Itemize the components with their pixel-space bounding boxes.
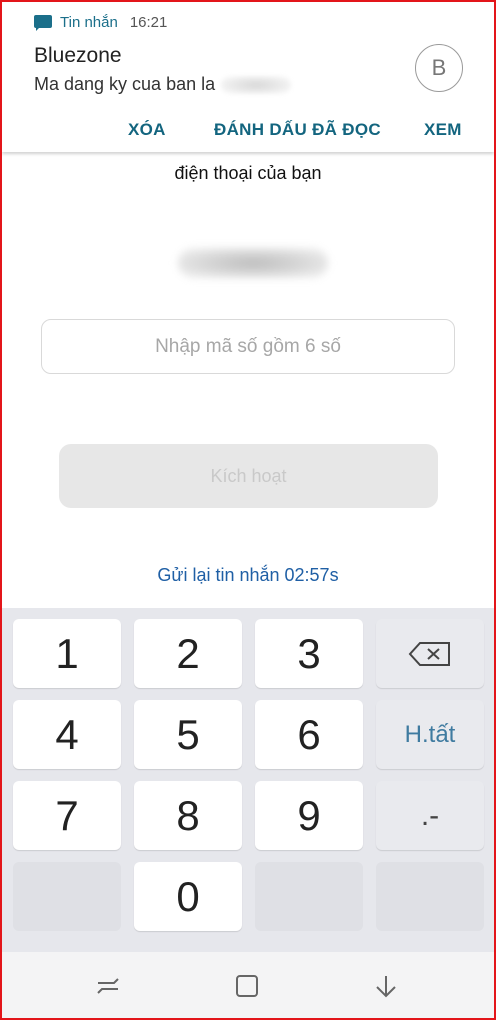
- empty-key-left: [13, 862, 121, 931]
- sender-avatar: B: [415, 44, 463, 92]
- notification-app-name: Tin nhắn: [60, 14, 118, 31]
- notification-body: Ma dang ky cua ban la: [34, 74, 292, 95]
- blurred-code: [221, 76, 292, 95]
- delete-button[interactable]: XÓA: [128, 120, 166, 140]
- backspace-icon: [408, 641, 450, 666]
- key-5[interactable]: 5: [134, 700, 242, 769]
- numeric-keyboard: 1 2 3 4 5 6 H.tất 7 8 9 .- 0: [2, 608, 494, 952]
- recent-apps-icon[interactable]: [95, 974, 121, 998]
- mark-as-read-button[interactable]: ĐÁNH DẤU ĐÃ ĐỌC: [214, 120, 381, 140]
- key-3[interactable]: 3: [255, 619, 363, 688]
- back-icon[interactable]: [373, 974, 399, 998]
- key-2[interactable]: 2: [134, 619, 242, 688]
- notification-message: Ma dang ky cua ban la: [34, 74, 216, 94]
- navigation-bar: [2, 952, 494, 1018]
- key-6[interactable]: 6: [255, 700, 363, 769]
- notification-header: Tin nhắn 16:21: [34, 14, 167, 31]
- home-icon[interactable]: [234, 974, 260, 998]
- key-1[interactable]: 1: [13, 619, 121, 688]
- backspace-key[interactable]: [376, 619, 484, 688]
- key-8[interactable]: 8: [134, 781, 242, 850]
- key-9[interactable]: 9: [255, 781, 363, 850]
- empty-key-middle: [255, 862, 363, 931]
- symbol-key[interactable]: .-: [376, 781, 484, 850]
- key-4[interactable]: 4: [13, 700, 121, 769]
- notification-time: 16:21: [129, 14, 168, 31]
- view-button[interactable]: XEM: [424, 120, 462, 140]
- message-icon: [34, 14, 52, 31]
- notification-sender: Bluezone: [34, 44, 122, 67]
- activate-button[interactable]: Kích hoạt: [59, 444, 438, 508]
- message-notification[interactable]: Tin nhắn 16:21 Bluezone Ma dang ky cua b…: [2, 2, 494, 152]
- done-key[interactable]: H.tất: [376, 700, 484, 769]
- key-7[interactable]: 7: [13, 781, 121, 850]
- phone-instruction-text: điện thoại của bạn: [174, 163, 322, 183]
- key-0[interactable]: 0: [134, 862, 242, 931]
- resend-message-link[interactable]: Gửi lại tin nhắn 02:57s: [0, 565, 496, 586]
- empty-key-right: [376, 862, 484, 931]
- otp-code-input[interactable]: [41, 319, 455, 374]
- blurred-phone-number: [178, 248, 328, 278]
